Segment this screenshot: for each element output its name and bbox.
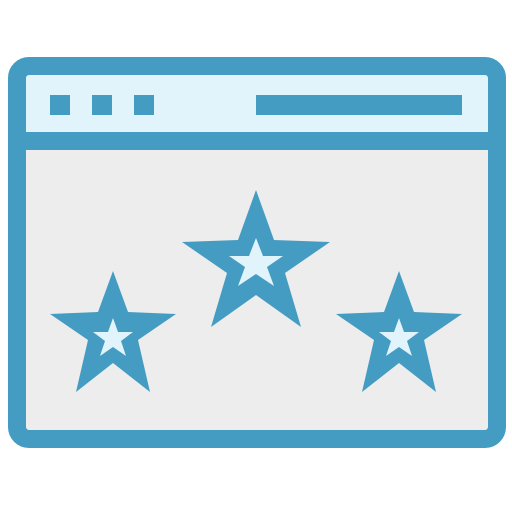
- website-rating-icon: [8, 57, 506, 448]
- window-dot-icon: [134, 95, 154, 115]
- icon-canvas: [0, 0, 512, 512]
- title-bar-controls: [50, 95, 462, 115]
- window-dot-icon: [92, 95, 112, 115]
- window-dot-icon: [50, 95, 70, 115]
- address-bar: [256, 95, 462, 115]
